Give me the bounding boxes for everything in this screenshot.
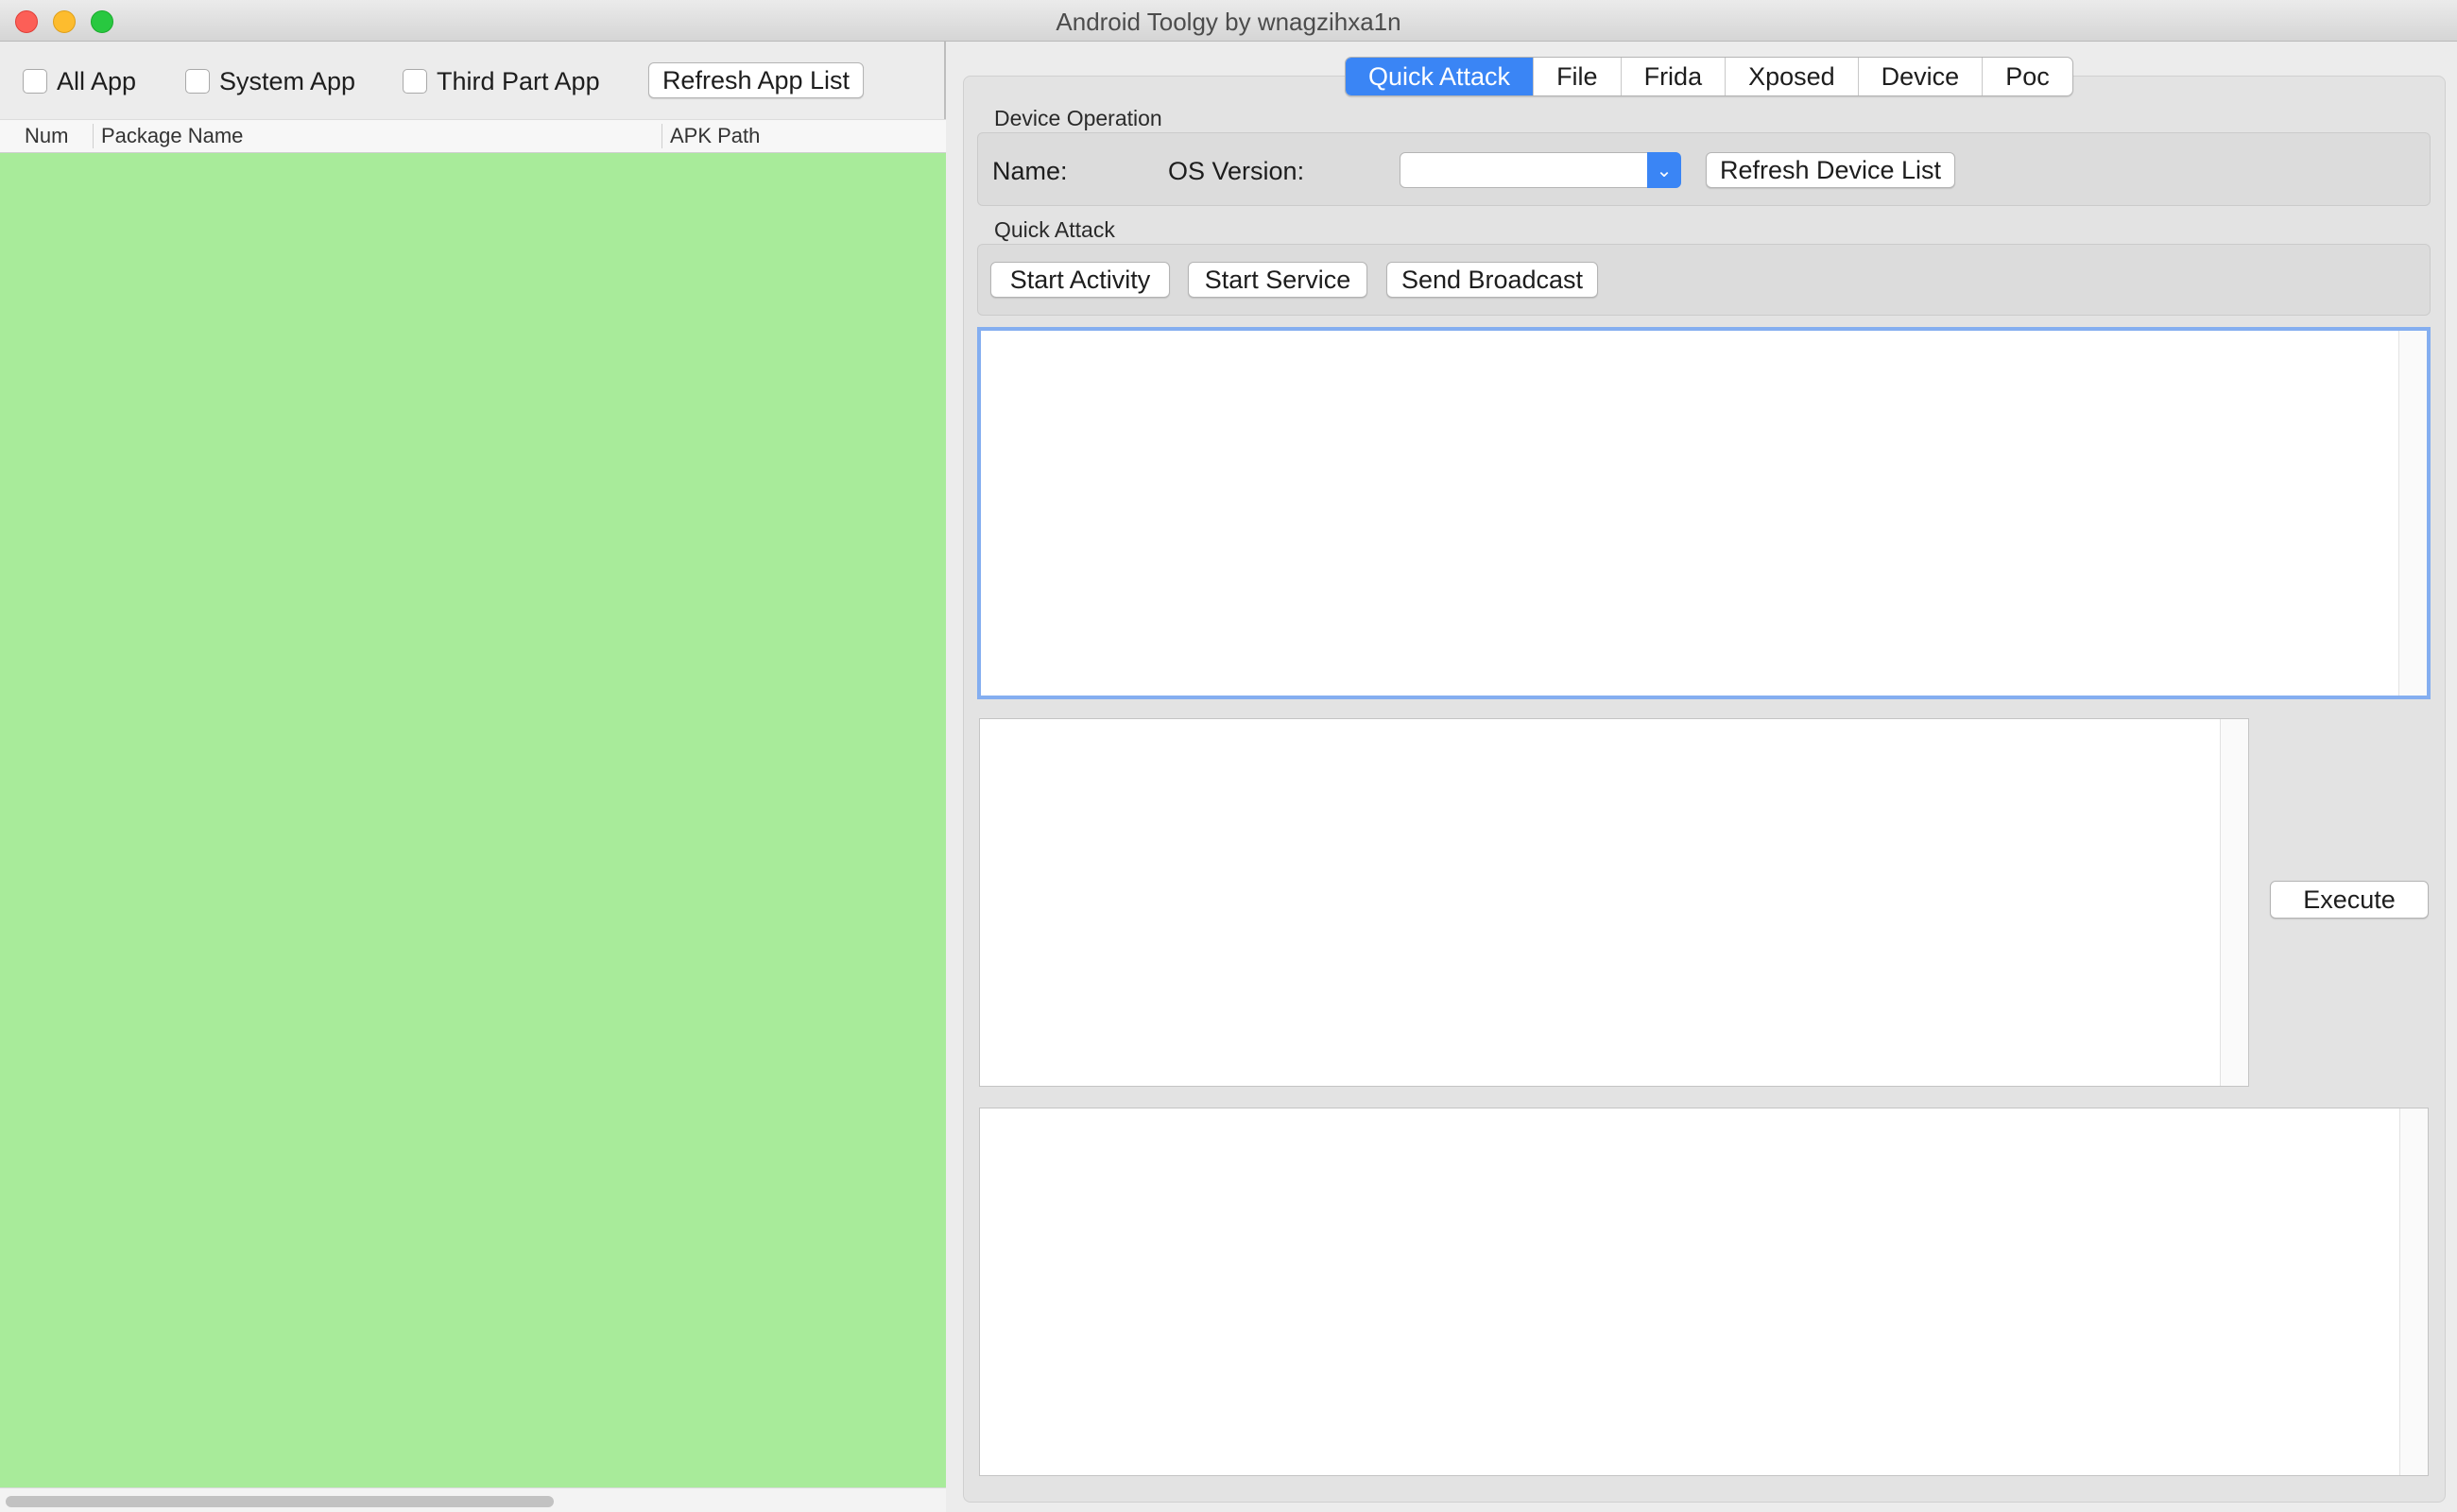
tab-xposed[interactable]: Xposed <box>1725 58 1858 95</box>
app-table-header: Num Package Name APK Path <box>0 119 946 153</box>
tab-bar: Quick Attack File Frida Xposed Device Po… <box>1345 57 2073 96</box>
tab-file[interactable]: File <box>1533 58 1621 95</box>
send-broadcast-button[interactable]: Send Broadcast <box>1386 262 1598 298</box>
column-divider[interactable] <box>93 124 94 148</box>
tab-device[interactable]: Device <box>1857 58 1983 95</box>
all-app-filter[interactable]: All App <box>23 62 136 100</box>
vertical-scrollbar[interactable] <box>2399 1108 2428 1475</box>
start-service-button[interactable]: Start Service <box>1188 262 1367 298</box>
refresh-app-list-button[interactable]: Refresh App List <box>648 62 864 98</box>
tab-quick-attack[interactable]: Quick Attack <box>1346 58 1534 95</box>
third-part-app-checkbox[interactable] <box>403 69 427 94</box>
title-bar: Android Toolgy by wnagzihxa1n <box>0 0 2457 42</box>
vertical-scrollbar[interactable] <box>2220 719 2248 1086</box>
system-app-checkbox[interactable] <box>185 69 210 94</box>
system-app-filter[interactable]: System App <box>185 62 355 100</box>
tab-frida[interactable]: Frida <box>1620 58 1726 95</box>
tab-poc[interactable]: Poc <box>1982 58 2072 95</box>
device-select[interactable]: ⌄ <box>1400 152 1681 188</box>
log-output-textarea[interactable] <box>979 1108 2429 1476</box>
column-header-num[interactable]: Num <box>25 124 68 148</box>
script-input-textarea[interactable] <box>979 718 2249 1087</box>
os-version-label: OS Version: <box>1168 157 1305 185</box>
device-name-label: Name: <box>992 157 1068 185</box>
window-title: Android Toolgy by wnagzihxa1n <box>1056 8 1401 36</box>
refresh-device-list-button[interactable]: Refresh Device List <box>1706 152 1955 188</box>
column-header-apk-path[interactable]: APK Path <box>670 124 760 148</box>
tool-panel: Quick Attack File Frida Xposed Device Po… <box>948 42 2457 1512</box>
horizontal-scrollbar[interactable] <box>0 1487 946 1512</box>
all-app-checkbox[interactable] <box>23 69 47 94</box>
vertical-scrollbar[interactable] <box>2398 331 2427 696</box>
third-part-app-label: Third Part App <box>437 66 600 95</box>
start-activity-button[interactable]: Start Activity <box>990 262 1170 298</box>
scrollbar-thumb[interactable] <box>6 1496 554 1507</box>
app-table-body[interactable] <box>0 153 946 1487</box>
system-app-label: System App <box>219 66 356 95</box>
app-list-panel: All App System App Third Part App Refres… <box>0 42 946 1512</box>
execute-button[interactable]: Execute <box>2270 881 2429 919</box>
chevron-down-icon[interactable]: ⌄ <box>1647 152 1681 188</box>
third-part-app-filter[interactable]: Third Part App <box>403 62 600 100</box>
all-app-label: All App <box>57 66 137 95</box>
quick-attack-group-label: Quick Attack <box>994 217 1115 242</box>
device-operation-group-label: Device Operation <box>994 106 1162 130</box>
command-output-textarea[interactable] <box>977 327 2431 699</box>
column-header-package-name[interactable]: Package Name <box>101 124 243 148</box>
